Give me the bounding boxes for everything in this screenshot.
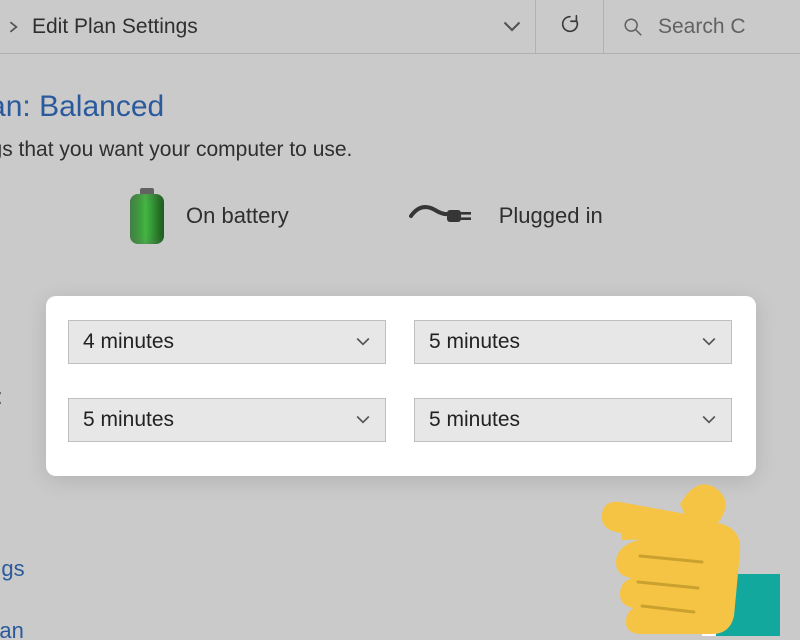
sleep-row-label-fragment: ep: [0, 384, 3, 410]
chevron-down-icon [355, 412, 371, 428]
pointing-hand-illustration [560, 456, 780, 640]
row-sleep: 5 minutes 5 minutes [68, 398, 734, 442]
refresh-button[interactable] [536, 0, 604, 53]
sleep-timeout-plugged-dropdown[interactable]: 5 minutes [414, 398, 732, 442]
chevron-down-icon [701, 412, 717, 428]
on-battery-label: On battery [186, 203, 289, 229]
battery-icon [130, 188, 164, 244]
breadcrumb-separator-icon [6, 19, 22, 35]
dropdown-value: 4 minutes [83, 330, 174, 354]
chevron-down-icon [355, 334, 371, 350]
address-dropdown-icon[interactable] [503, 18, 521, 36]
display-timeout-battery-dropdown[interactable]: 4 minutes [68, 320, 386, 364]
advanced-settings-link-fragment[interactable]: ttings [0, 556, 25, 582]
on-battery-column: On battery [130, 188, 289, 244]
restore-defaults-link-fragment: his plan [0, 618, 24, 640]
dropdown-value: 5 minutes [429, 330, 520, 354]
search-icon [622, 16, 644, 38]
page-subtitle: y settings that you want your computer t… [0, 138, 800, 162]
display-timeout-plugged-dropdown[interactable]: 5 minutes [414, 320, 732, 364]
dropdown-value: 5 minutes [429, 408, 520, 432]
content-area: he plan: Balanced y settings that you wa… [0, 54, 800, 244]
sleep-timeout-battery-dropdown[interactable]: 5 minutes [68, 398, 386, 442]
column-headers: On battery Plugged in [0, 188, 800, 244]
breadcrumb-current[interactable]: Edit Plan Settings [32, 15, 198, 39]
plugged-in-column: Plugged in [409, 200, 603, 232]
search-box[interactable]: Search C [604, 0, 800, 53]
page-title: he plan: Balanced [0, 90, 800, 124]
address-bar[interactable]: Edit Plan Settings [0, 0, 536, 53]
chevron-down-icon [701, 334, 717, 350]
row-turn-off-display: 4 minutes 5 minutes [68, 320, 734, 364]
address-toolbar: Edit Plan Settings Search C [0, 0, 800, 54]
plugged-in-label: Plugged in [499, 203, 603, 229]
dropdown-highlight-card: 4 minutes 5 minutes 5 minutes 5 minutes [46, 296, 756, 476]
dropdown-value: 5 minutes [83, 408, 174, 432]
plug-icon [409, 200, 477, 232]
refresh-icon [559, 13, 581, 40]
search-placeholder: Search C [658, 15, 746, 39]
